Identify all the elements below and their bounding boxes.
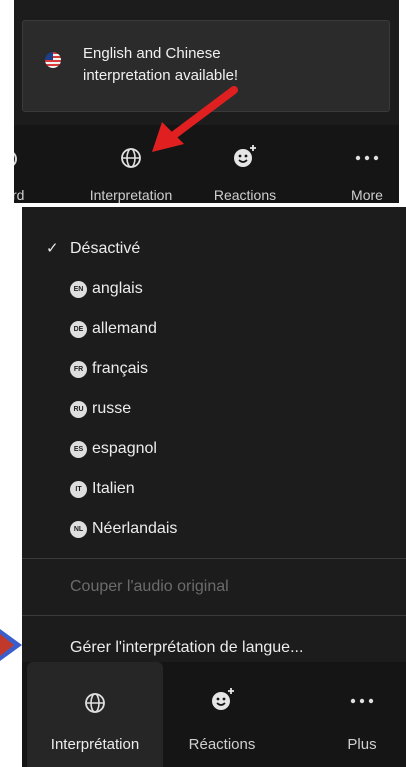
menu-item-german[interactable]: DE allemand bbox=[22, 315, 406, 343]
menu-item-russian[interactable]: RU russe bbox=[22, 395, 406, 423]
menu-item-dutch[interactable]: NL Néerlandais bbox=[22, 515, 406, 543]
menu-item-label: russe bbox=[92, 400, 132, 417]
language-badge-icon: ES bbox=[70, 441, 87, 458]
checkmark-icon: ✓ bbox=[46, 240, 59, 257]
menu-item-french[interactable]: FR français bbox=[22, 355, 406, 383]
toolbar-item-partial[interactable]: rd bbox=[14, 125, 44, 203]
red-arrow-icon bbox=[152, 86, 238, 152]
tooltip-message: English and Chinese interpretation avail… bbox=[83, 43, 343, 87]
language-badge-icon: DE bbox=[70, 321, 87, 338]
toolbar-item-partial-label: rd bbox=[14, 187, 25, 203]
language-badge-icon: NL bbox=[70, 521, 87, 538]
menu-item-label: Italien bbox=[92, 480, 135, 497]
menu-item-off[interactable]: ✓ Désactivé bbox=[22, 235, 406, 263]
menu-item-label: Désactivé bbox=[70, 240, 141, 257]
menu-item-italian[interactable]: IT Italien bbox=[22, 475, 406, 503]
menu-divider bbox=[22, 558, 406, 559]
menu-item-label: allemand bbox=[92, 320, 157, 337]
partial-icon bbox=[14, 152, 17, 166]
interpretation-label: Interprétation bbox=[50, 736, 140, 753]
blue-arrow-icon bbox=[0, 629, 22, 661]
meeting-toolbar-bottom: Interprétation Réactions Plus bbox=[22, 662, 406, 767]
interpretation-notification-screenshot: English and Chinese interpretation avail… bbox=[14, 0, 399, 203]
interpretation-menu: ✓ Désactivé EN anglais DE allemand FR fr… bbox=[22, 207, 406, 767]
manage-interpretation-item[interactable]: Gérer l'interprétation de langue... bbox=[22, 634, 406, 662]
more-button[interactable]: Plus bbox=[322, 662, 402, 767]
menu-item-label: anglais bbox=[92, 280, 143, 297]
language-badge-icon: FR bbox=[70, 361, 87, 378]
menu-item-label: espagnol bbox=[92, 440, 157, 457]
interpretation-button-active[interactable]: Interprétation bbox=[27, 662, 163, 767]
menu-item-english[interactable]: EN anglais bbox=[22, 275, 406, 303]
language-badge-icon: EN bbox=[70, 281, 87, 298]
emoji-plus-icon bbox=[212, 688, 234, 710]
more-button[interactable]: More bbox=[338, 125, 396, 203]
us-flag-icon bbox=[45, 52, 61, 68]
language-badge-icon: IT bbox=[70, 481, 87, 498]
mute-original-audio-label: Couper l'audio original bbox=[70, 578, 229, 595]
menu-item-label: français bbox=[92, 360, 149, 377]
reactions-label: Reactions bbox=[213, 187, 277, 203]
reactions-button[interactable]: Réactions bbox=[172, 662, 272, 767]
menu-divider bbox=[22, 615, 406, 616]
language-badge-icon: RU bbox=[70, 401, 87, 418]
menu-item-spanish[interactable]: ES espagnol bbox=[22, 435, 406, 463]
mute-original-audio-item: Couper l'audio original bbox=[22, 573, 406, 601]
more-label: More bbox=[351, 187, 383, 203]
reactions-label: Réactions bbox=[188, 736, 256, 753]
more-label: Plus bbox=[347, 736, 377, 753]
interpretation-label: Interpretation bbox=[89, 187, 173, 203]
manage-interpretation-label: Gérer l'interprétation de langue... bbox=[70, 639, 304, 656]
globe-icon bbox=[85, 693, 105, 713]
ellipsis-icon bbox=[355, 155, 379, 161]
tooltip-line-1: English and Chinese bbox=[83, 45, 221, 62]
ellipsis-icon bbox=[350, 698, 374, 704]
menu-item-label: Néerlandais bbox=[92, 520, 178, 537]
